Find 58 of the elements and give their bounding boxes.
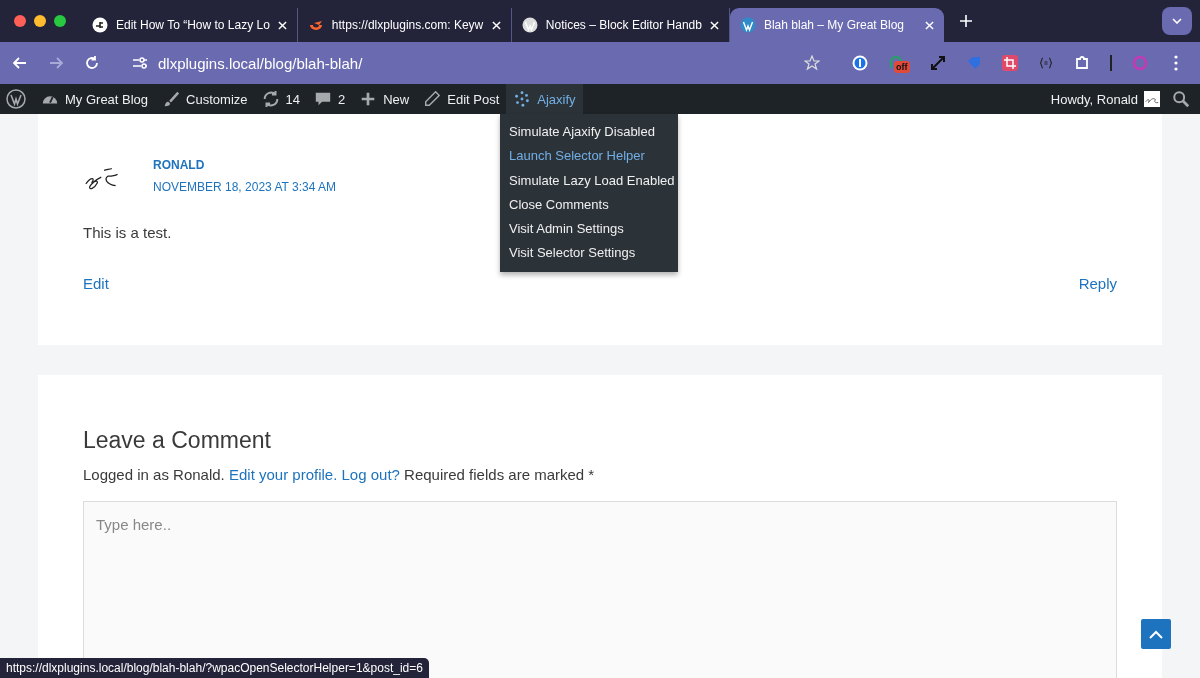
extension-button[interactable]: off <box>888 54 910 72</box>
comment-text: This is a test. <box>83 224 172 241</box>
chevron-up-icon <box>1149 629 1163 639</box>
minimize-window-button[interactable] <box>34 15 46 27</box>
dots-icon <box>513 90 532 108</box>
log-out-link[interactable]: Log out? <box>341 466 400 483</box>
menu-item[interactable]: Close Comments <box>500 192 678 218</box>
plug-icon <box>92 17 108 33</box>
form-heading: Leave a Comment <box>83 427 272 454</box>
password-manager-icon[interactable] <box>852 55 868 71</box>
braces-icon[interactable] <box>1038 55 1054 71</box>
pencil-icon <box>423 90 442 108</box>
wordpress-icon <box>739 17 756 33</box>
wordpress-icon <box>521 17 538 33</box>
chevron-down-icon <box>1172 18 1182 24</box>
status-url: https://dlxplugins.local/blog/blah-blah/?wpacOpenSelectorHelper=1&post_id=6 <box>0 658 429 678</box>
back-icon[interactable] <box>12 55 28 71</box>
close-window-button[interactable] <box>14 15 26 27</box>
admin-bar-item[interactable]: 14 <box>254 84 307 114</box>
admin-bar-item[interactable]: New <box>352 84 417 114</box>
menu-item[interactable]: Visit Admin Settings <box>500 217 678 242</box>
comment-date[interactable]: NOVEMBER 18, 2023 AT 3:34 AM <box>153 180 336 194</box>
site-settings-icon[interactable] <box>132 57 148 69</box>
signature-avatar[interactable] <box>1144 91 1160 107</box>
wordpress-icon[interactable] <box>6 89 26 109</box>
refresh-icon <box>261 90 280 108</box>
crop-icon[interactable] <box>1002 55 1018 71</box>
admin-bar-item[interactable]: Customize <box>155 84 255 114</box>
address-bar[interactable]: dlxplugins.local/blog/blah-blah/ <box>120 46 832 80</box>
menu-item[interactable]: Launch Selector Helper <box>500 144 678 169</box>
scroll-to-top-button[interactable] <box>1141 619 1171 649</box>
puzzle-icon[interactable] <box>1074 55 1090 71</box>
menu-item[interactable]: Visit Selector Settings <box>500 241 678 266</box>
reply-link[interactable]: Reply <box>1078 275 1117 292</box>
logged-in-note: Logged in as Ronald. Edit your profile. Log out? Required fields are marked * <box>83 466 596 483</box>
admin-bar-item[interactable]: Ajaxify <box>506 84 583 114</box>
close-tab-icon[interactable] <box>491 20 501 30</box>
bookmark-star-icon[interactable] <box>804 55 820 71</box>
admin-bar-item[interactable]: My Great Blog <box>34 84 156 114</box>
close-tab-icon[interactable] <box>277 20 287 30</box>
expand-arrows-icon[interactable] <box>930 55 946 71</box>
admin-bar-item[interactable]: 2 <box>307 84 353 114</box>
off-badge: off <box>894 61 910 73</box>
comment-author[interactable]: RONALD <box>153 158 336 172</box>
edit-link[interactable]: Edit <box>83 275 109 292</box>
close-tab-icon[interactable] <box>709 20 719 30</box>
search-icon[interactable] <box>1172 90 1190 108</box>
edit-profile-link[interactable]: Edit your profile. <box>228 466 338 483</box>
brush-icon <box>162 90 181 108</box>
menu-item[interactable]: Simulate Lazy Load Enabled <box>500 168 678 193</box>
new-tab-icon[interactable] <box>959 15 972 27</box>
menu-item[interactable]: Simulate Ajaxify Disabled <box>500 120 678 145</box>
zoom-window-button[interactable] <box>54 15 66 27</box>
reload-icon[interactable] <box>84 55 100 71</box>
greeting-link[interactable]: Howdy, Ronald <box>1050 91 1138 107</box>
admin-bar-item[interactable]: Edit Post <box>416 84 507 114</box>
tab-list-button[interactable] <box>1162 7 1192 35</box>
browser-tab[interactable]: Blah blah – My Great Blog <box>729 8 944 42</box>
